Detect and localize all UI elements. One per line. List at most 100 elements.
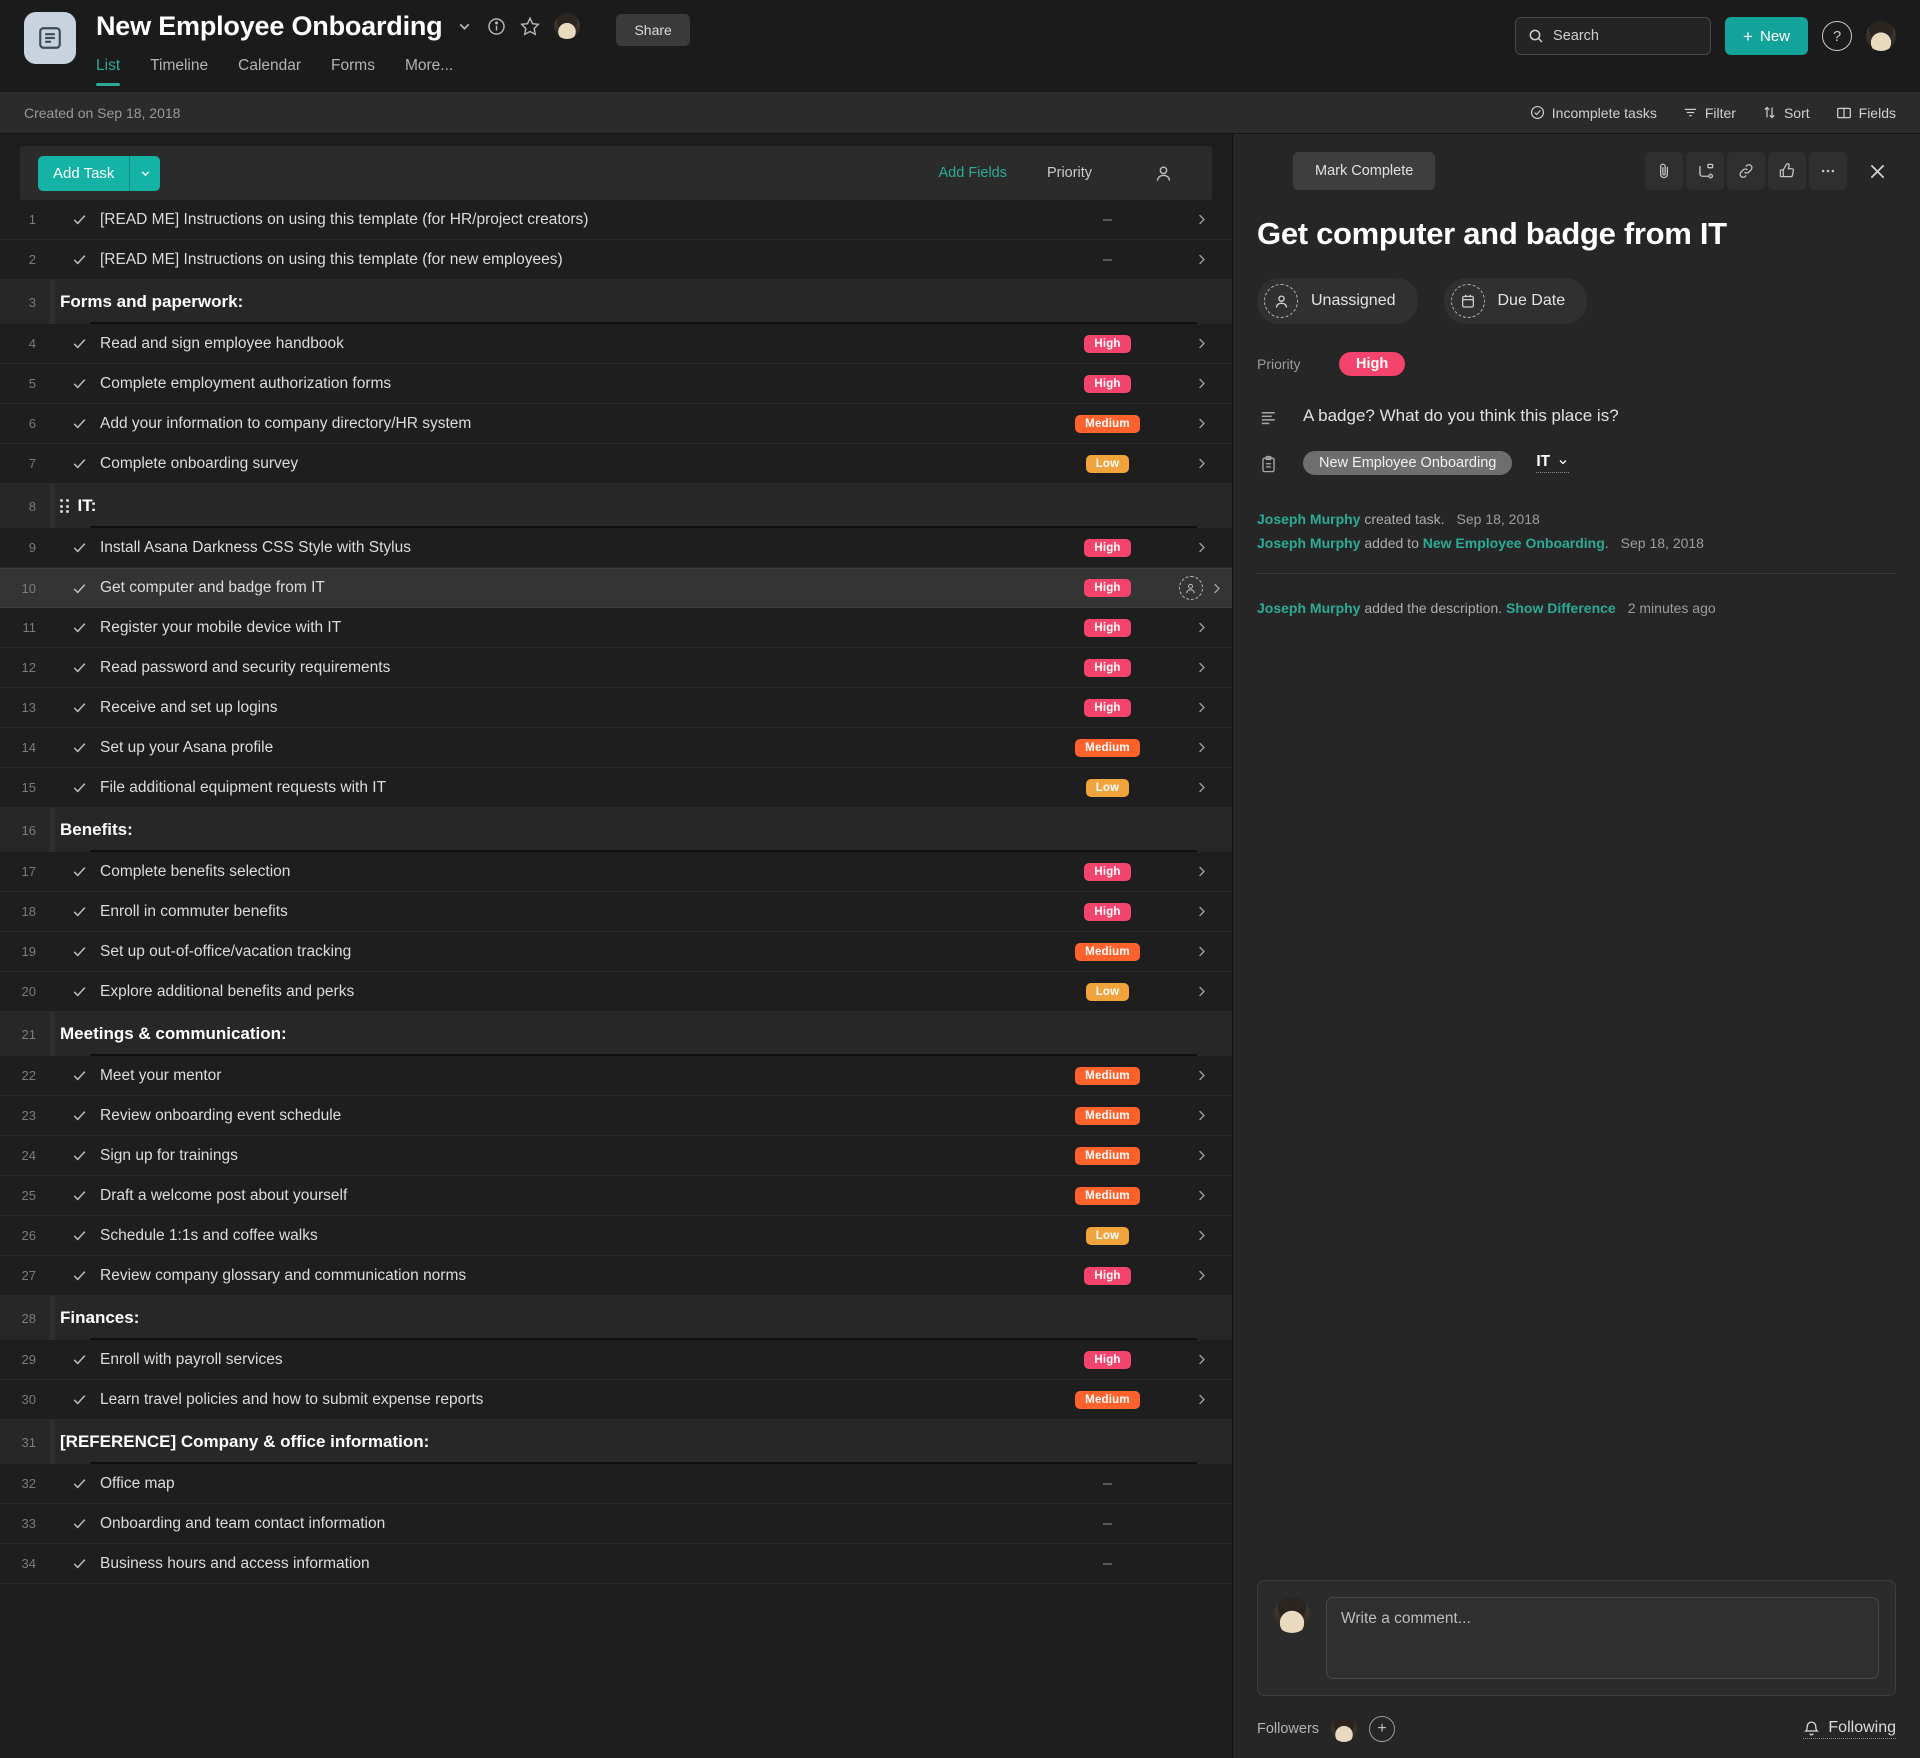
priority-pill[interactable]: Medium xyxy=(1075,1186,1140,1205)
priority-pill[interactable]: High xyxy=(1084,902,1131,921)
task-name[interactable]: Complete employment authorization forms xyxy=(100,375,391,393)
task-name[interactable]: Business hours and access information xyxy=(100,1555,370,1573)
search-box[interactable] xyxy=(1515,17,1712,55)
open-task-chevron-right-icon[interactable] xyxy=(1194,864,1209,879)
open-task-chevron-right-icon[interactable] xyxy=(1194,1228,1209,1243)
complete-checkbox-icon[interactable] xyxy=(64,245,94,275)
task-name[interactable]: Get computer and badge from IT xyxy=(100,579,325,597)
open-task-chevron-right-icon[interactable] xyxy=(1194,1148,1209,1163)
table-row[interactable]: 14 Set up your Asana profile Medium xyxy=(0,728,1232,768)
complete-checkbox-icon[interactable] xyxy=(64,1221,94,1251)
complete-checkbox-icon[interactable] xyxy=(64,733,94,763)
table-row[interactable]: 32 Office map – xyxy=(0,1464,1232,1504)
tab-forms[interactable]: Forms xyxy=(331,57,375,86)
priority-pill[interactable]: High xyxy=(1084,374,1131,393)
activity-actor[interactable]: Joseph Murphy xyxy=(1257,600,1360,616)
table-row[interactable]: 17 Complete benefits selection High xyxy=(0,852,1232,892)
drag-handle-icon[interactable] xyxy=(60,499,69,513)
new-button[interactable]: + New xyxy=(1725,17,1808,55)
priority-pill[interactable]: High xyxy=(1084,658,1131,677)
priority-pill[interactable]: Medium xyxy=(1075,414,1140,433)
link-icon[interactable] xyxy=(1727,152,1765,190)
open-task-chevron-right-icon[interactable] xyxy=(1194,984,1209,999)
section-row[interactable]: 21 Meetings & communication: xyxy=(0,1012,1232,1056)
table-row[interactable]: 27 Review company glossary and communicat… xyxy=(0,1256,1232,1296)
filter-button[interactable]: Filter xyxy=(1683,105,1736,121)
task-name[interactable]: Enroll in commuter benefits xyxy=(100,903,288,921)
open-task-chevron-right-icon[interactable] xyxy=(1194,416,1209,431)
complete-checkbox-icon[interactable] xyxy=(64,533,94,563)
task-name[interactable]: Learn travel policies and how to submit … xyxy=(100,1391,483,1409)
task-name[interactable]: Complete benefits selection xyxy=(100,863,290,881)
table-row[interactable]: 6 Add your information to company directo… xyxy=(0,404,1232,444)
priority-pill[interactable]: High xyxy=(1084,579,1131,597)
complete-checkbox-icon[interactable] xyxy=(64,897,94,927)
task-name[interactable]: Onboarding and team contact information xyxy=(100,1515,385,1533)
task-name[interactable]: Sign up for trainings xyxy=(100,1147,238,1165)
table-row[interactable]: 29 Enroll with payroll services High xyxy=(0,1340,1232,1380)
subtask-icon[interactable] xyxy=(1686,152,1724,190)
search-input[interactable] xyxy=(1553,28,1699,44)
table-row[interactable]: 2 [READ ME] Instructions on using this te… xyxy=(0,240,1232,280)
priority-pill[interactable]: High xyxy=(1084,1350,1131,1369)
open-task-chevron-right-icon[interactable] xyxy=(1194,944,1209,959)
open-task-chevron-right-icon[interactable] xyxy=(1194,780,1209,795)
priority-pill[interactable]: Low xyxy=(1085,454,1130,473)
task-name[interactable]: Enroll with payroll services xyxy=(100,1351,283,1369)
complete-checkbox-icon[interactable] xyxy=(64,369,94,399)
complete-checkbox-icon[interactable] xyxy=(64,573,94,603)
task-name[interactable]: Install Asana Darkness CSS Style with St… xyxy=(100,539,411,557)
priority-pill[interactable]: Medium xyxy=(1075,1066,1140,1085)
open-task-chevron-right-icon[interactable] xyxy=(1194,252,1209,267)
priority-pill[interactable]: Low xyxy=(1085,982,1130,1001)
incomplete-tasks-filter[interactable]: Incomplete tasks xyxy=(1530,105,1657,121)
task-name[interactable]: Explore additional benefits and perks xyxy=(100,983,354,1001)
help-icon[interactable]: ? xyxy=(1822,21,1852,51)
open-task-chevron-right-icon[interactable] xyxy=(1194,540,1209,555)
complete-checkbox-icon[interactable] xyxy=(64,449,94,479)
section-row[interactable]: 31 [REFERENCE] Company & office informati… xyxy=(0,1420,1232,1464)
complete-checkbox-icon[interactable] xyxy=(64,1509,94,1539)
show-difference-link[interactable]: Show Difference xyxy=(1506,600,1616,616)
column-header-assignee[interactable] xyxy=(1132,164,1194,183)
section-row[interactable]: 8 IT: xyxy=(0,484,1232,528)
table-row[interactable]: 34 Business hours and access information – xyxy=(0,1544,1232,1584)
open-task-chevron-right-icon[interactable] xyxy=(1194,1352,1209,1367)
project-tag[interactable]: New Employee Onboarding xyxy=(1303,451,1513,475)
task-name[interactable]: Register your mobile device with IT xyxy=(100,619,341,637)
project-member-avatar[interactable] xyxy=(554,13,581,39)
mark-complete-button[interactable]: Mark Complete xyxy=(1293,152,1436,190)
task-name[interactable]: Add your information to company director… xyxy=(100,415,471,433)
complete-checkbox-icon[interactable] xyxy=(64,1261,94,1291)
complete-checkbox-icon[interactable] xyxy=(64,409,94,439)
complete-checkbox-icon[interactable] xyxy=(64,1181,94,1211)
section-row[interactable]: 3 Forms and paperwork: xyxy=(0,280,1232,324)
tab-more[interactable]: More... xyxy=(405,57,453,86)
add-follower-icon[interactable]: + xyxy=(1369,1716,1396,1742)
priority-pill[interactable]: Medium xyxy=(1075,738,1140,757)
priority-pill[interactable]: Medium xyxy=(1075,1106,1140,1125)
task-name[interactable]: Read password and security requirements xyxy=(100,659,390,677)
open-task-chevron-right-icon[interactable] xyxy=(1194,336,1209,351)
activity-actor[interactable]: Joseph Murphy xyxy=(1257,511,1360,527)
follower-avatar[interactable] xyxy=(1331,1716,1358,1742)
column-header-priority[interactable]: Priority xyxy=(1007,165,1132,181)
open-task-chevron-right-icon[interactable] xyxy=(1194,1268,1209,1283)
priority-pill[interactable]: Low xyxy=(1085,778,1130,797)
task-name[interactable]: Complete onboarding survey xyxy=(100,455,298,473)
open-task-chevron-right-icon[interactable] xyxy=(1194,376,1209,391)
table-row[interactable]: 10 Get computer and badge from IT High xyxy=(0,568,1232,608)
tab-calendar[interactable]: Calendar xyxy=(238,57,301,86)
priority-pill[interactable]: High xyxy=(1084,618,1131,637)
open-task-chevron-right-icon[interactable] xyxy=(1194,1188,1209,1203)
task-name[interactable]: Review company glossary and communicatio… xyxy=(100,1267,466,1285)
task-name[interactable]: [READ ME] Instructions on using this tem… xyxy=(100,251,563,269)
add-fields-link[interactable]: Add Fields xyxy=(938,165,1007,181)
table-row[interactable]: 24 Sign up for trainings Medium xyxy=(0,1136,1232,1176)
info-icon[interactable] xyxy=(487,17,506,36)
priority-pill[interactable]: Medium xyxy=(1075,1146,1140,1165)
complete-checkbox-icon[interactable] xyxy=(64,1061,94,1091)
priority-pill[interactable]: High xyxy=(1084,862,1131,881)
comment-input[interactable] xyxy=(1326,1597,1879,1679)
table-row[interactable]: 33 Onboarding and team contact informatio… xyxy=(0,1504,1232,1544)
